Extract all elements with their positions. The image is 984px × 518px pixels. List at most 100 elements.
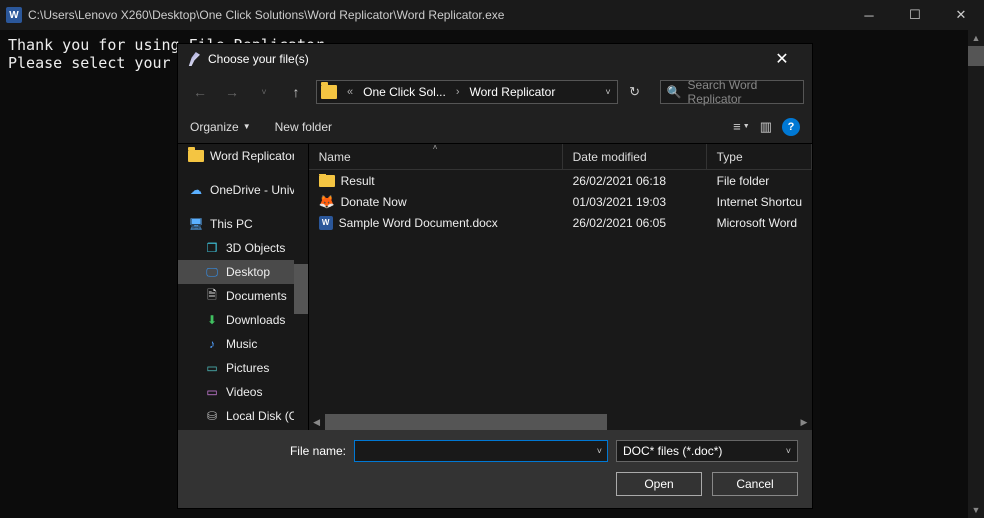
forward-button[interactable]: → xyxy=(218,79,246,105)
down-icon: ⬇ xyxy=(204,312,220,328)
chevron-right-icon[interactable]: « xyxy=(341,86,359,98)
doc-icon: 🗎 xyxy=(204,288,220,304)
file-list-header[interactable]: Name˄ Date modified Type xyxy=(309,144,812,170)
tree-item-local-disk-c-[interactable]: ⛁Local Disk (C:) xyxy=(178,404,308,428)
tree-item-this-pc[interactable]: 🖥 This PC xyxy=(178,212,308,236)
search-placeholder: Search Word Replicator xyxy=(688,78,797,106)
file-date: 01/03/2021 19:03 xyxy=(563,195,707,209)
file-type: File folder xyxy=(707,174,812,188)
breadcrumb-seg-2[interactable]: Word Replicator xyxy=(466,85,560,99)
file-list[interactable]: Name˄ Date modified Type Result 26/02/202… xyxy=(309,144,812,430)
search-icon: 🔍 xyxy=(667,85,682,99)
tree-item-label: Videos xyxy=(226,385,262,399)
help-button[interactable]: ? xyxy=(782,118,800,136)
vid-icon: ▭ xyxy=(204,384,220,400)
sort-asc-icon: ˄ xyxy=(433,143,438,152)
scroll-thumb[interactable] xyxy=(325,414,608,430)
tree-scrollbar[interactable] xyxy=(294,144,308,430)
up-button[interactable]: ↑ xyxy=(282,79,310,105)
tree-item-label: Documents xyxy=(226,289,287,303)
tree-item-label: Music xyxy=(226,337,257,351)
folder-icon xyxy=(319,175,335,187)
dialog-footer: File name: ˅ DOC* files (*.doc*) ˅ Open … xyxy=(178,430,812,508)
file-row[interactable]: Result 26/02/2021 06:18File folder xyxy=(309,170,812,191)
recent-chevron-icon[interactable]: ˅ xyxy=(250,79,278,105)
tree-item-label: Downloads xyxy=(226,313,285,327)
maximize-button[interactable]: ☐ xyxy=(892,0,938,30)
file-type: Microsoft Word xyxy=(707,216,812,230)
search-input[interactable]: 🔍 Search Word Replicator xyxy=(660,80,804,104)
music-icon: ♪ xyxy=(204,336,220,352)
column-name[interactable]: Name˄ xyxy=(309,144,563,169)
filename-label: File name: xyxy=(290,444,346,458)
ff-icon: 🦊 xyxy=(319,195,335,209)
tree-item-label: This PC xyxy=(210,217,253,231)
dialog-close-button[interactable]: ✕ xyxy=(760,44,804,74)
filetype-select[interactable]: DOC* files (*.doc*) ˅ xyxy=(616,440,798,462)
preview-pane-button[interactable]: ▥ xyxy=(760,119,772,135)
folder-icon xyxy=(188,150,204,162)
desktop-icon: 🖵 xyxy=(204,264,220,280)
view-mode-button[interactable]: ≡▼ xyxy=(733,119,750,134)
breadcrumb[interactable]: « One Click Sol... › Word Replicator ˅ xyxy=(316,80,618,104)
scroll-right-icon[interactable]: ▶ xyxy=(796,414,812,430)
tk-feather-icon xyxy=(186,52,200,66)
refresh-button[interactable]: ↻ xyxy=(622,84,648,100)
tree-item-downloads[interactable]: ⬇ Downloads xyxy=(178,308,308,332)
tree-item-videos[interactable]: ▭ Videos xyxy=(178,380,308,404)
dialog-title: Choose your file(s) xyxy=(208,52,309,66)
file-type: Internet Shortcu xyxy=(707,195,812,209)
tree-item-documents[interactable]: 🗎 Documents xyxy=(178,284,308,308)
dialog-titlebar[interactable]: Choose your file(s) ✕ xyxy=(178,44,812,74)
filename-input[interactable] xyxy=(354,440,608,462)
chevron-down-icon[interactable]: ˅ xyxy=(597,446,602,456)
close-button[interactable]: ✕ xyxy=(938,0,984,30)
organize-button[interactable]: Organize▼ xyxy=(190,120,251,134)
console-title: C:\Users\Lenovo X260\Desktop\One Click S… xyxy=(28,8,504,22)
tree-item-pictures[interactable]: ▭Pictures xyxy=(178,356,308,380)
tree-item-desktop[interactable]: 🖵Desktop xyxy=(178,260,308,284)
pic-icon: ▭ xyxy=(204,360,220,376)
tree-item-label: Word Replicator xyxy=(210,149,296,163)
scroll-thumb[interactable] xyxy=(968,46,984,66)
console-scrollbar[interactable]: ▲ ▼ xyxy=(968,30,984,518)
file-name: Sample Word Document.docx xyxy=(339,216,498,230)
pc-icon: 🖥 xyxy=(188,216,204,232)
dialog-toolbar: Organize▼ New folder ≡▼ ▥ ? xyxy=(178,110,812,144)
disk-icon: ⛁ xyxy=(204,408,220,424)
file-date: 26/02/2021 06:05 xyxy=(563,216,707,230)
column-type[interactable]: Type xyxy=(707,144,812,169)
cancel-button[interactable]: Cancel xyxy=(712,472,798,496)
open-button[interactable]: Open xyxy=(616,472,702,496)
scroll-thumb[interactable] xyxy=(294,264,308,314)
tree-item-onedrive-univer[interactable]: ☁ OneDrive - Univer xyxy=(178,178,308,202)
console-titlebar[interactable]: W C:\Users\Lenovo X260\Desktop\One Click… xyxy=(0,0,984,30)
file-name: Result xyxy=(341,174,375,188)
breadcrumb-seg-1[interactable]: One Click Sol... xyxy=(359,85,450,99)
word-icon: W xyxy=(319,216,333,230)
word-app-icon: W xyxy=(6,7,22,23)
new-folder-button[interactable]: New folder xyxy=(275,120,332,134)
chevron-down-icon[interactable]: ˅ xyxy=(599,87,616,97)
tree-item-3d-objects[interactable]: ❒3D Objects xyxy=(178,236,308,260)
navigation-row: ← → ˅ ↑ « One Click Sol... › Word Replic… xyxy=(178,74,812,110)
tree-item-music[interactable]: ♪ Music xyxy=(178,332,308,356)
file-name: Donate Now xyxy=(341,195,407,209)
folder-tree[interactable]: Word Replicator ☁ OneDrive - Univer 🖥 This P… xyxy=(178,144,309,430)
back-button[interactable]: ← xyxy=(186,79,214,105)
cube-icon: ❒ xyxy=(204,240,220,256)
file-date: 26/02/2021 06:18 xyxy=(563,174,707,188)
file-row[interactable]: W Sample Word Document.docx 26/02/2021 06:… xyxy=(309,212,812,233)
tree-item-word-replicator[interactable]: Word Replicator xyxy=(178,144,308,168)
horizontal-scrollbar[interactable]: ◀ ▶ xyxy=(309,414,812,430)
scroll-left-icon[interactable]: ◀ xyxy=(309,414,325,430)
file-row[interactable]: 🦊 Donate Now 01/03/2021 19:03Internet Shor… xyxy=(309,191,812,212)
tree-item-label: OneDrive - Univer xyxy=(210,183,306,197)
file-open-dialog: Choose your file(s) ✕ ← → ˅ ↑ « One Clic… xyxy=(178,44,812,508)
column-date[interactable]: Date modified xyxy=(563,144,707,169)
scroll-up-icon[interactable]: ▲ xyxy=(968,30,984,46)
minimize-button[interactable]: ─ xyxy=(846,0,892,30)
scroll-down-icon[interactable]: ▼ xyxy=(968,502,984,518)
chevron-right-icon: › xyxy=(450,86,466,98)
cloud-icon: ☁ xyxy=(188,182,204,198)
